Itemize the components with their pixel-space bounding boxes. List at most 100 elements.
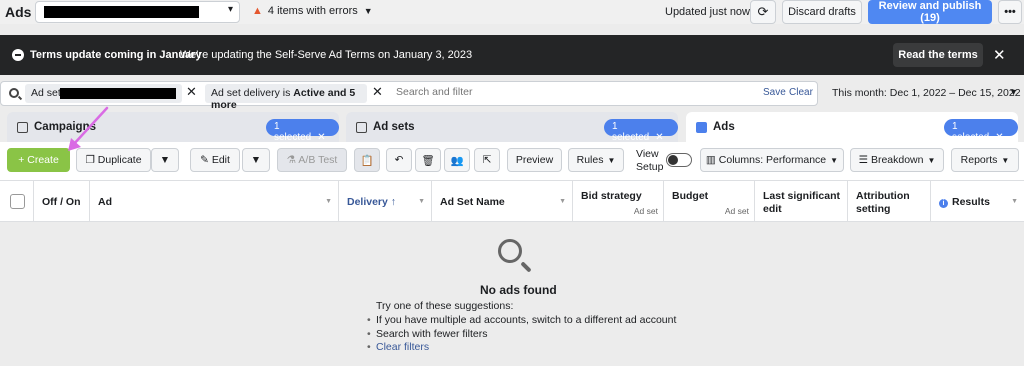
filter-chip-delivery[interactable]: Ad set delivery is Active and 5 more — [205, 84, 367, 111]
info-icon[interactable]: i — [939, 199, 948, 208]
column-label: Attribution setting — [856, 190, 910, 215]
column-budget[interactable]: Budget Ad set — [664, 181, 755, 222]
date-range-picker[interactable]: This month: Dec 1, 2022 – Dec 15, 2022 ▼ — [826, 81, 1024, 106]
column-sublabel: Ad set — [724, 206, 749, 216]
chevron-down-icon: ▼ — [363, 6, 373, 16]
caret-down-icon: ▼ — [250, 154, 262, 166]
column-label-wrap: i Results — [939, 196, 990, 208]
close-icon[interactable]: ✕ — [993, 46, 1006, 64]
chevron-down-icon: ▼ — [1009, 87, 1018, 97]
column-bid-strategy[interactable]: Bid strategy Ad set — [573, 181, 664, 222]
suggestion-item: Search with fewer filters — [367, 328, 488, 340]
discard-drafts-button[interactable]: Discard drafts — [782, 0, 862, 24]
column-label: Results — [952, 196, 990, 208]
ab-test-label: A/B Test — [298, 154, 338, 166]
undo-button[interactable]: ↶ — [386, 148, 412, 172]
ad-preview-icon-button[interactable]: ⇱ — [474, 148, 500, 172]
search-icon — [9, 88, 19, 98]
column-label: Ad Set Name — [440, 196, 505, 208]
breakdown-button[interactable]: ☰ Breakdown ▼ — [850, 148, 944, 172]
selected-pill[interactable]: 1 selected ✕ — [944, 119, 1018, 143]
redacted-ad-set-name — [60, 88, 176, 99]
column-ad[interactable]: Ad ▼ — [90, 181, 339, 222]
duplicate-dropdown-button[interactable]: ▼ — [151, 148, 179, 172]
column-label: Budget — [672, 190, 709, 202]
view-setup-label: View Setup — [636, 148, 664, 173]
terms-banner: Terms update coming in January We're upd… — [0, 35, 1024, 75]
plus-icon: + — [18, 154, 28, 166]
sort-icon: ▼ — [325, 198, 332, 205]
tab-ad-sets[interactable]: Ad sets 1 selected ✕ — [346, 112, 678, 143]
column-label: Ad — [98, 196, 112, 208]
delete-button[interactable]: 🗑 — [415, 148, 441, 172]
minus-circle-icon — [12, 49, 24, 61]
caret-down-icon: ▼ — [607, 156, 616, 165]
selected-pill[interactable]: 1 selected ✕ — [266, 119, 339, 143]
select-all-checkbox[interactable] — [10, 194, 25, 209]
tab-label: Ad sets — [373, 121, 415, 133]
toolbar: + Create ❐ Duplicate ▼ ✎ Edit ▼ ⚗ A/B Te… — [0, 142, 1024, 180]
rules-button[interactable]: Rules ▼ — [568, 148, 624, 172]
clear-filters-link[interactable]: Clear filters — [367, 341, 429, 353]
pencil-icon: ✎ — [200, 154, 212, 166]
column-delivery[interactable]: Delivery ↑ ▼ — [339, 181, 432, 222]
selected-count: 1 selected — [612, 121, 650, 143]
edit-dropdown-button[interactable]: ▼ — [242, 148, 270, 172]
audience-button[interactable]: 👥 — [444, 148, 470, 172]
errors-dropdown[interactable]: ▲ 4 items with errors ▼ — [252, 5, 373, 17]
review-and-publish-button[interactable]: Review and publish (19) — [868, 0, 992, 24]
tab-campaigns[interactable]: Campaigns 1 selected ✕ — [7, 112, 339, 143]
preview-button[interactable]: Preview — [507, 148, 562, 172]
account-select[interactable]: ▾ — [35, 1, 240, 23]
edit-button[interactable]: ✎ Edit — [190, 148, 240, 172]
filter-chip-ad-set[interactable]: Ad set — [25, 84, 182, 103]
date-range-label: This month: Dec 1, 2022 – Dec 15, 2022 — [832, 87, 1021, 99]
read-terms-button[interactable]: Read the terms — [893, 43, 983, 67]
column-results[interactable]: i Results ▼ — [931, 181, 1024, 222]
caret-down-icon: ▼ — [1001, 156, 1010, 165]
grid-icon — [356, 122, 367, 133]
column-ad-set-name[interactable]: Ad Set Name ▼ — [432, 181, 573, 222]
duplicate-button[interactable]: ❐ Duplicate — [76, 148, 151, 172]
more-options-button[interactable]: ••• — [998, 0, 1022, 24]
close-icon[interactable]: ✕ — [186, 84, 197, 100]
search-input[interactable] — [396, 86, 696, 98]
column-last-significant-edit[interactable]: Last significant edit — [755, 181, 848, 222]
reports-label: Reports — [960, 154, 998, 166]
clear-filters-link[interactable]: Clear — [789, 87, 813, 98]
close-icon[interactable]: ✕ — [372, 84, 383, 100]
app-title: Ads — [5, 4, 32, 20]
ab-test-button[interactable]: ⚗ A/B Test — [277, 148, 347, 172]
reports-button[interactable]: Reports ▼ — [951, 148, 1019, 172]
columns-icon: ▥ — [705, 154, 719, 166]
top-bar: Ads ▾ ▲ 4 items with errors ▼ Updated just… — [0, 0, 1024, 24]
empty-subtitle: Try one of these suggestions: — [376, 300, 514, 312]
empty-state: No ads found Try one of these suggestion… — [0, 222, 1024, 366]
folder-icon — [17, 122, 28, 133]
create-label: Create — [27, 154, 59, 166]
flask-icon: ⚗ — [286, 154, 299, 166]
refresh-button[interactable]: ⟳ — [750, 0, 776, 24]
duplicate-label: Duplicate — [97, 154, 142, 166]
save-filters-link[interactable]: Save — [763, 87, 786, 98]
column-off-on[interactable]: Off / On — [34, 181, 90, 222]
tab-ads[interactable]: Ads 1 selected ✕ — [686, 112, 1018, 143]
column-attribution-setting[interactable]: Attribution setting — [848, 181, 931, 222]
columns-label: Columns: Performance — [718, 154, 827, 166]
tab-label: Campaigns — [34, 121, 96, 133]
search-icon — [498, 239, 522, 263]
people-icon: 👥 — [450, 154, 464, 167]
select-all-cell — [0, 181, 34, 222]
column-label: Last significant edit — [763, 190, 841, 215]
duplicate-icon: ❐ — [85, 154, 98, 166]
selected-pill[interactable]: 1 selected ✕ — [604, 119, 678, 143]
columns-button[interactable]: ▥ Columns: Performance ▼ — [700, 148, 844, 172]
errors-label: 4 items with errors — [267, 5, 358, 17]
updated-status: Updated just now — [665, 6, 750, 18]
create-button[interactable]: + Create — [7, 148, 70, 172]
clipboard-button[interactable]: 📋 — [354, 148, 380, 172]
view-setup-toggle[interactable] — [666, 153, 692, 167]
sort-icon: ▼ — [1011, 198, 1018, 205]
breakdown-label: Breakdown — [870, 154, 924, 166]
refresh-icon: ⟳ — [757, 4, 769, 19]
